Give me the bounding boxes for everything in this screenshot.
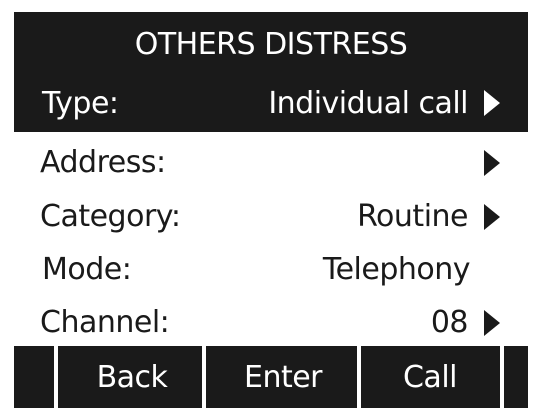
submenu-arrow-icon [484,310,500,336]
dsc-call-screen: OTHERS DISTRESS Type: Individual call Ad… [14,12,528,408]
menu-row-value: 08 [430,305,469,340]
menu-row-label: Mode: [42,252,132,287]
submenu-arrow-icon [484,150,500,176]
enter-softkey[interactable]: Enter [206,346,360,408]
back-softkey[interactable]: Back [58,346,206,408]
softkey-bar: Back Enter Call [14,346,528,408]
menu-row-label: Type: [42,86,119,121]
menu-row-category[interactable]: Category: Routine [14,190,528,244]
menu-row-value: Individual call [268,86,468,121]
menu-row-mode[interactable]: Mode: Telephony [14,243,528,297]
title-bar: OTHERS DISTRESS [14,12,528,76]
enter-softkey-label: Enter [243,359,323,395]
menu-row-label: Channel: [40,305,170,340]
submenu-arrow-icon [484,204,500,230]
menu-row-label: Address: [40,145,166,180]
menu-row-type[interactable]: Type: Individual call [14,76,528,132]
menu-row-value: Telephony [322,252,471,287]
screen-title: OTHERS DISTRESS [134,26,408,62]
menu-row-address[interactable]: Address: [14,136,528,190]
menu-row-value: Routine [357,199,468,234]
call-softkey[interactable]: Call [360,346,500,408]
back-softkey-label: Back [96,359,168,395]
submenu-arrow-icon [484,90,500,116]
menu-row-channel[interactable]: Channel: 08 [14,296,528,350]
softkey-divider [500,346,504,408]
menu-row-label: Category: [40,199,181,234]
call-softkey-label: Call [402,359,458,395]
